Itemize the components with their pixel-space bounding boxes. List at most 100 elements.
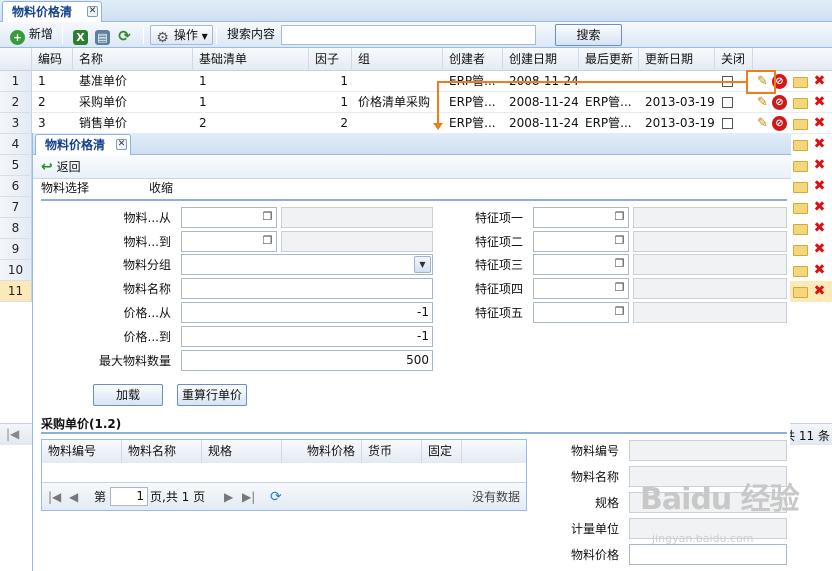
export-excel-button[interactable]: X [73,25,88,45]
print-button[interactable]: ▤ [95,25,110,45]
closed-checkbox[interactable] [722,97,733,108]
back-button[interactable]: ↩ 返回 [41,158,81,178]
empty-message: 没有数据 [471,490,520,504]
delete-icon[interactable]: ✖ [812,158,827,173]
picker-icon[interactable]: ❐ [612,280,627,297]
col-closed[interactable]: 关闭 [715,48,753,71]
chevron-down-icon[interactable]: ▼ [414,256,431,273]
delete-icon[interactable]: ✖ [812,179,827,194]
page-prefix: 第 [94,490,107,504]
col-base-list[interactable]: 基础清单 [193,48,309,71]
disable-icon[interactable]: ⊘ [772,116,787,131]
dialog-tab-strip: 物料价格清单 ✕ [33,133,791,172]
delete-icon[interactable]: ✖ [812,137,827,152]
material-name-input[interactable] [181,278,433,299]
col-filler [462,440,526,463]
col-creator[interactable]: 创建者 [443,48,503,71]
max-material-count-input[interactable]: 500 [181,350,433,371]
picker-icon[interactable]: ❐ [612,304,627,321]
delete-icon[interactable]: ✖ [812,221,827,236]
delete-icon[interactable]: ✖ [812,284,827,299]
edit-pencil-icon[interactable]: ✎ [755,95,770,110]
col-update-date[interactable]: 更新日期 [639,48,715,71]
page-number-input[interactable]: 1 [110,487,148,506]
col-material-code[interactable]: 物料编号 [42,440,122,463]
col-fixed[interactable]: 固定 [422,440,462,463]
table-row[interactable]: 2 2 采购单价 1 1 价格清单采购 ERP管... 2008-11-24 E… [0,92,832,113]
search-button[interactable]: 搜索 [555,24,622,46]
col-currency[interactable]: 货币 [362,440,422,463]
load-button[interactable]: 加载 [93,384,163,406]
field-label: 特征项三 [474,258,523,272]
folder-icon[interactable] [793,245,808,256]
close-icon[interactable]: ✕ [116,139,127,150]
row-number: 9 [0,239,32,260]
recalc-price-button[interactable]: 重算行单价 [177,384,247,406]
next-page-icon[interactable]: ▶ [224,489,233,505]
folder-icon[interactable] [793,140,808,151]
folder-icon[interactable] [793,287,808,298]
cell-base: 1 [199,74,207,88]
col-last-updater[interactable]: 最后更新 [579,48,639,71]
picker-icon[interactable]: ❐ [612,233,627,250]
operate-menu-button[interactable]: ⚙ 操作 ▼ [150,25,213,46]
col-material-name[interactable]: 物料名称 [122,440,202,463]
table-row[interactable]: 3 3 销售单价 2 2 ERP管... 2008-11-24 ERP管... … [0,113,832,134]
folder-icon[interactable] [793,203,808,214]
cell-group: 价格清单采购 [358,95,431,109]
folder-icon[interactable] [793,77,808,88]
prev-page-icon[interactable]: ◀ [69,489,78,505]
first-page-icon[interactable]: |◀ [48,489,61,505]
cell-base: 1 [199,95,207,109]
toolbar-divider [62,26,63,44]
cell-create-date: 2008-11-24 [509,95,579,109]
close-icon[interactable]: ✕ [87,6,98,17]
folder-icon[interactable] [793,98,808,109]
first-page-icon[interactable]: |◀ [6,427,19,441]
col-spec[interactable]: 规格 [202,440,282,463]
page-suffix: 页,共 1 页 [150,490,206,504]
folder-icon[interactable] [793,161,808,172]
last-page-icon[interactable]: ▶| [242,489,255,505]
picker-icon[interactable]: ❐ [260,209,275,226]
detail-material-code [629,440,787,461]
col-create-date[interactable]: 创建日期 [503,48,579,71]
picker-icon[interactable]: ❐ [612,209,627,226]
col-group[interactable]: 组 [352,48,443,71]
folder-icon[interactable] [793,182,808,193]
delete-icon[interactable]: ✖ [812,200,827,215]
disable-icon[interactable]: ⊘ [772,95,787,110]
tab-material-price-list-detail[interactable]: 物料价格清单 ✕ [35,134,131,172]
col-factor[interactable]: 因子 [309,48,352,71]
col-material-price[interactable]: 物料价格 [282,440,362,463]
picker-icon[interactable]: ❐ [260,233,275,250]
field-label: 价格...从 [123,306,171,320]
price-to-input[interactable]: -1 [181,326,433,347]
picker-icon[interactable]: ❐ [612,256,627,273]
collapse-link[interactable]: 收缩 [149,178,173,198]
search-label: 搜索内容 [227,27,276,41]
closed-checkbox[interactable] [722,118,733,129]
add-button[interactable]: + 新增 [10,25,53,45]
price-from-input[interactable]: -1 [181,302,433,323]
material-group-select[interactable]: ▼ [181,254,433,275]
row-number: 4 [0,134,32,155]
delete-icon[interactable]: ✖ [812,116,827,131]
refresh-button[interactable]: ⟳ [117,25,132,45]
delete-icon[interactable]: ✖ [812,263,827,278]
search-input[interactable] [281,25,536,45]
row-number: 8 [0,218,32,239]
delete-icon[interactable]: ✖ [812,74,827,89]
detail-material-price[interactable] [629,544,787,565]
delete-icon[interactable]: ✖ [812,95,827,110]
folder-icon[interactable] [793,266,808,277]
col-code[interactable]: 编码 [32,48,73,71]
refresh-icon[interactable]: ⟳ [270,489,282,505]
tab-material-price-list[interactable]: 物料价格清单 ✕ [2,1,102,39]
edit-pencil-icon[interactable]: ✎ [755,116,770,131]
material-from-name [281,207,433,228]
folder-icon[interactable] [793,119,808,130]
col-name[interactable]: 名称 [73,48,193,71]
folder-icon[interactable] [793,224,808,235]
delete-icon[interactable]: ✖ [812,242,827,257]
